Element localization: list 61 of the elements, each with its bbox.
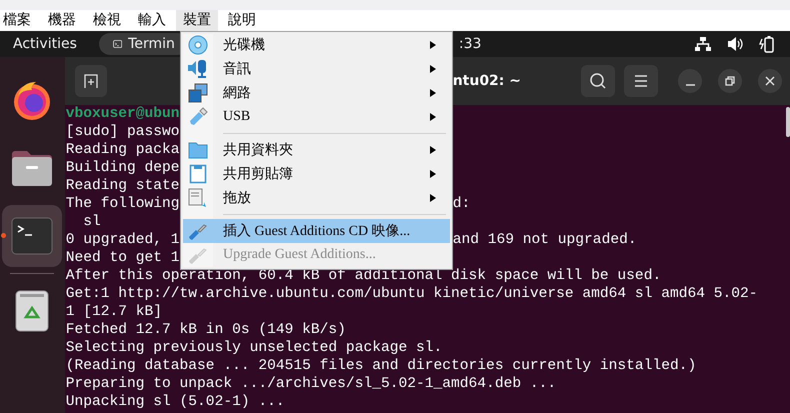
menu-item[interactable]: 插入 Guest Additions CD 映像... [183,219,450,243]
menu-item[interactable]: 拖放 [183,186,450,210]
terminal-line: Reading packa [66,142,180,158]
terminal-icon [10,216,54,256]
terminal-line: (Reading database ... 204515 files and directories currently installed.) [66,358,696,374]
menu-item[interactable]: 網路 [183,81,450,105]
folder-icon [10,148,54,188]
terminal-icon [112,37,122,51]
menu-icon [633,74,649,88]
clipboard-icon [189,164,207,184]
activities-button[interactable]: Activities [13,36,77,52]
menu-item[interactable]: 共用剪貼簿 [183,162,450,186]
minimize-icon [686,84,694,86]
running-indicator [1,233,6,238]
restore-icon [724,75,736,87]
menu-bar-item[interactable]: 輸入 [131,10,173,31]
volume-icon[interactable] [726,36,744,52]
terminal-line: 1 [12.7 kB] [66,304,162,320]
terminal-line: Need to get 1 [66,250,180,266]
terminal-line: [sudo] passwo [66,124,180,140]
menu-bar-item[interactable]: 檢視 [86,10,128,31]
disc-icon [188,35,208,55]
menu-button[interactable] [624,65,658,97]
menu-bar-item[interactable]: 說明 [221,10,263,31]
restore-button[interactable] [718,69,742,93]
menu-bar-item[interactable]: 機器 [41,10,83,31]
document-arrow-icon [188,188,208,208]
terminal-line: d: [452,195,470,213]
clock[interactable]: :33 [458,36,482,52]
speaker-microphone-icon [187,59,209,79]
terminal-line: vboxuser@ubun [66,106,180,122]
terminal-line: Building depe [66,160,180,176]
menu-bar-item[interactable]: 檔案 [0,10,38,31]
terminal-line: Selecting previously unselected package sl. [66,340,442,356]
terminal-line: Get:1 http://tw.archive.ubuntu.com/ubuntu kinetic/universe amd64 sl amd64 5.02- [66,286,758,302]
menu-item[interactable]: 共用資料夾 [183,138,450,162]
network-icon [188,83,208,103]
terminal-line: Fetched 12.7 kB in 0s (149 kB/s) [66,322,346,338]
terminal-line: sl [82,214,101,230]
terminal-line: Reading state [66,178,180,194]
menu-item[interactable]: USB [183,105,450,129]
network-icon[interactable] [694,36,712,52]
search-button[interactable] [581,65,615,97]
folder-icon [188,141,208,159]
minimize-button[interactable] [678,69,702,93]
new-tab-icon [82,73,99,89]
close-icon [764,75,776,87]
menu-bar-item[interactable]: 裝置 [176,10,218,31]
terminal-line: The following [66,195,180,213]
usb-stick-icon [188,107,208,127]
search-icon [589,72,607,90]
terminal-line: and 169 not upgraded. [452,231,637,249]
battery-icon[interactable] [758,35,776,53]
scrollbar[interactable] [786,107,790,137]
menu-item[interactable]: 音訊 [183,57,450,81]
terminal-line: Unpacking sl (5.02-1) ... [66,394,285,410]
terminal-line: Preparing to unpack .../archives/sl_5.02-1_amd64.deb ... [66,376,556,392]
close-button[interactable] [758,69,782,93]
window-title: ntu02: ~ [452,73,521,89]
new-tab-button[interactable] [74,65,107,97]
terminal-line: 0 upgraded, 1 [66,231,180,249]
